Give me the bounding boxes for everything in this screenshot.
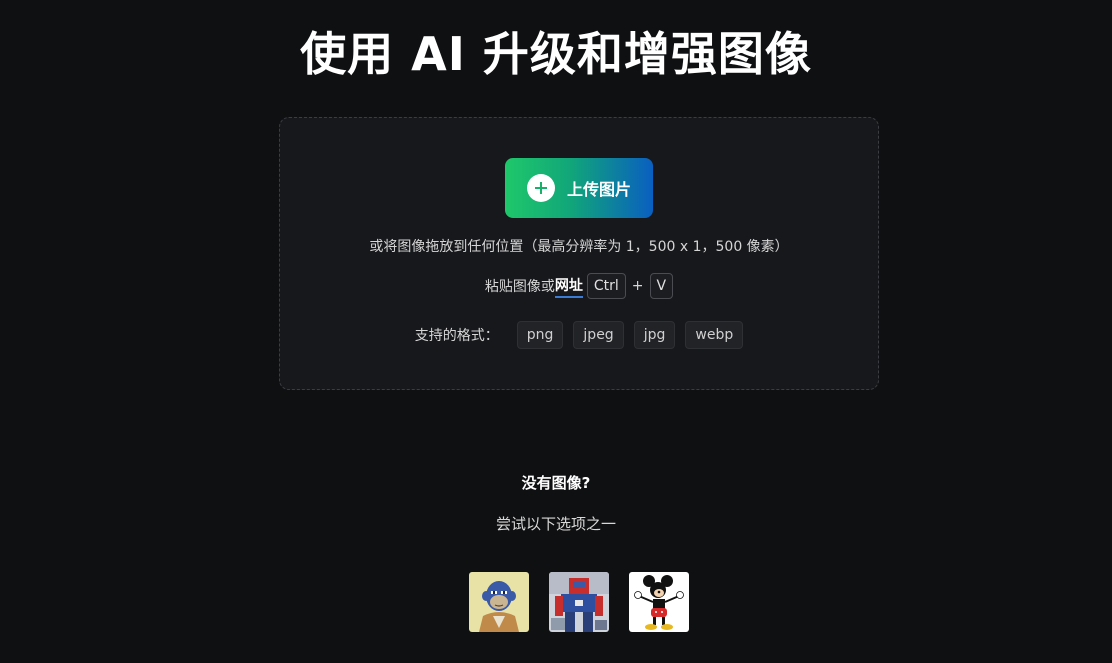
url-link[interactable]: 网址 (554, 275, 583, 298)
format-badge-png: png (516, 321, 564, 349)
sample-images (469, 572, 689, 632)
plus-icon (526, 174, 555, 202)
format-badge-jpg: jpg (633, 321, 676, 349)
drag-drop-hint: 或将图像拖放到任何位置（最高分辨率为 1，500 x 1，500 像素） (369, 239, 789, 255)
page-title: 使用 AI 升级和增强图像 (300, 27, 812, 81)
upload-image-button[interactable]: 上传图片 (505, 158, 653, 218)
key-plus-sign: + (631, 278, 644, 294)
format-badge-webp: webp (685, 321, 744, 349)
supported-formats-row: 支持的格式： png jpeg jpg webp (280, 321, 878, 349)
v-key: V (649, 273, 674, 299)
paste-hint-row: 粘贴图像或 网址 Ctrl + V (280, 273, 878, 299)
ctrl-key: Ctrl (586, 273, 626, 299)
try-options-text: 尝试以下选项之一 (495, 515, 616, 533)
sample-image-mickey[interactable] (629, 572, 689, 632)
format-badge-jpeg: jpeg (573, 321, 624, 349)
paste-hint-text: 粘贴图像或 (484, 279, 555, 295)
upload-dropzone[interactable]: 上传图片 或将图像拖放到任何位置（最高分辨率为 1，500 x 1，500 像素… (279, 117, 879, 390)
upload-button-label: 上传图片 (566, 180, 631, 199)
formats-label: 支持的格式： (414, 328, 499, 344)
no-image-heading: 没有图像? (521, 474, 591, 492)
sample-image-robot[interactable] (549, 572, 609, 632)
sample-image-ape[interactable] (469, 572, 529, 632)
